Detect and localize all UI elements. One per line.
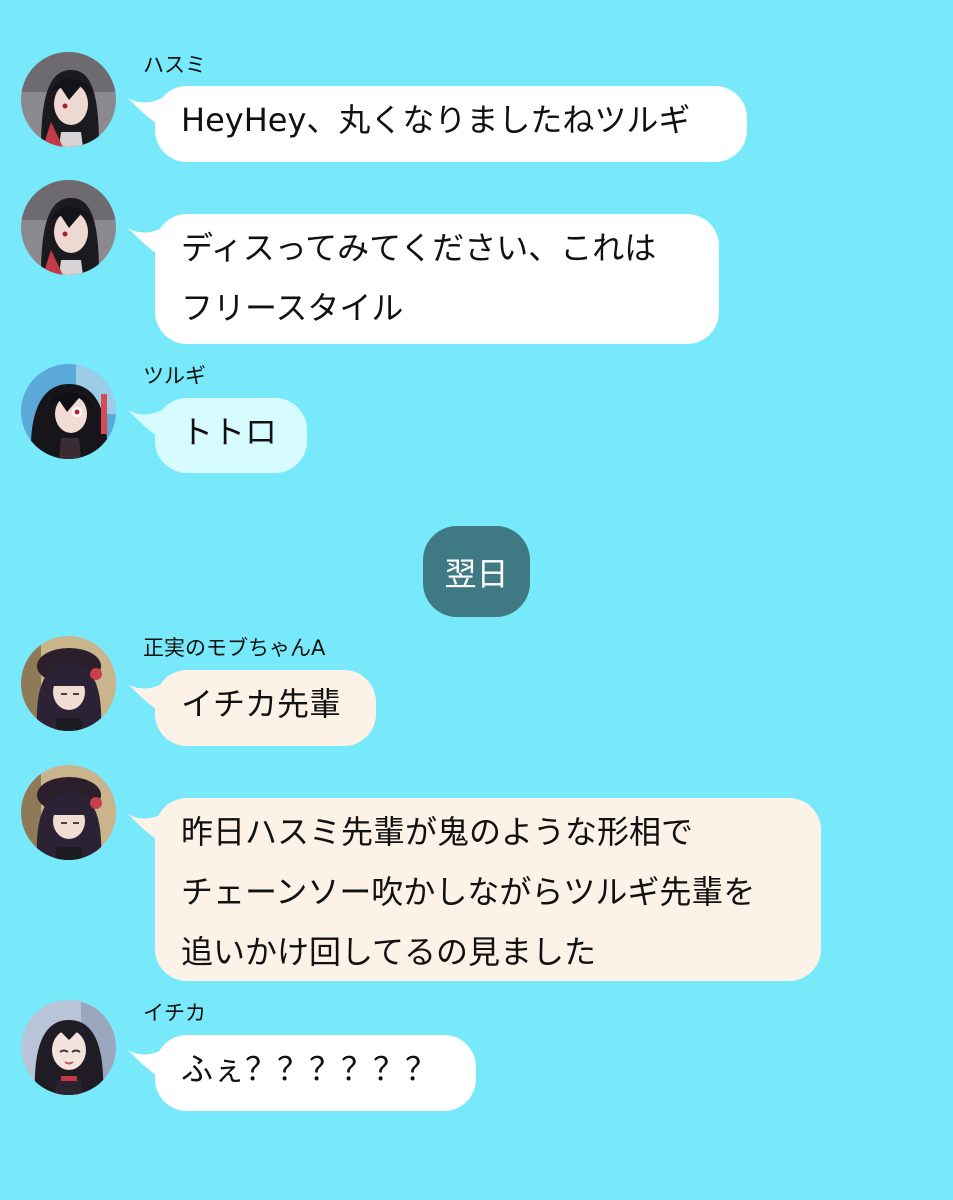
sender-name: 正実のモブちゃんA — [143, 636, 326, 660]
message-text: トトロ — [181, 413, 278, 451]
message-bubble[interactable]: トトロ — [155, 398, 307, 473]
message-text: 追いかけ回してるの見ました — [181, 933, 597, 971]
message-text: ふぇ？？？？？？ — [181, 1050, 438, 1088]
hasumi-avatar[interactable] — [21, 52, 116, 147]
message-bubble[interactable]: ふぇ？？？？？？ — [155, 1035, 476, 1111]
mob-chan-avatar[interactable] — [21, 636, 116, 731]
hasumi-avatar[interactable] — [21, 180, 116, 275]
sender-name: ハスミ — [143, 53, 206, 77]
message-text: フリースタイル — [181, 289, 404, 327]
message-bubble[interactable]: ディスってみてください、これは フリースタイル — [155, 214, 719, 344]
ichika-avatar[interactable] — [21, 1000, 116, 1095]
sender-name: ツルギ — [143, 364, 206, 388]
date-divider: 翌日 — [423, 526, 530, 617]
message-text: ディスってみてください、これは — [181, 229, 657, 267]
message-bubble[interactable]: イチカ先輩 — [155, 670, 376, 746]
mob-chan-avatar[interactable] — [21, 765, 116, 860]
message-bubble[interactable]: HeyHey、丸くなりましたねツルギ — [155, 86, 747, 162]
message-text: 昨日ハスミ先輩が鬼のような形相で — [181, 813, 694, 851]
sender-name: イチカ — [143, 1001, 206, 1025]
message-text: イチカ先輩 — [181, 685, 342, 723]
message-text: チェーンソー吹かしながらツルギ先輩を — [181, 873, 756, 911]
message-text: HeyHey、丸くなりましたねツルギ — [181, 101, 691, 139]
message-bubble[interactable]: 昨日ハスミ先輩が鬼のような形相で チェーンソー吹かしながらツルギ先輩を 追いかけ… — [155, 798, 821, 981]
tsurugi-avatar[interactable] — [21, 364, 116, 459]
